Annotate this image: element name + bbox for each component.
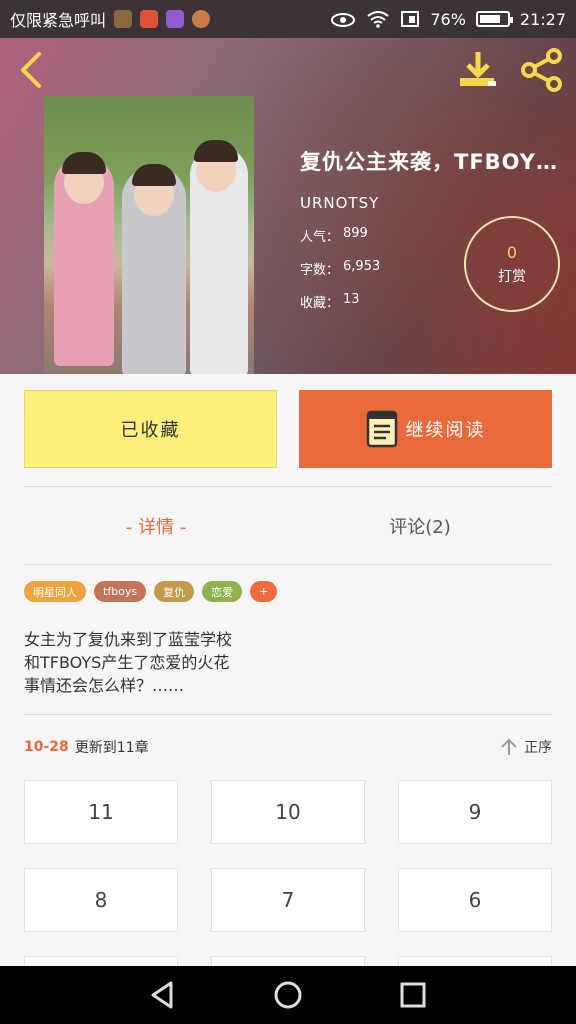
tag[interactable]: tfboys [94,581,147,602]
notification-text: 仅限紧急呼叫 [10,11,107,30]
description-line: 和TFBOYS产生了恋爱的火花 [24,653,230,672]
sort-label: 正序 [524,740,552,756]
description-line: 事情还会怎么样？…… [24,676,185,695]
tag[interactable]: 恋爱 [202,581,243,602]
update-date: 10-28 [24,739,69,755]
eye-icon [331,13,356,27]
share-button[interactable] [520,48,564,92]
status-bar: 仅限紧急呼叫 76% 21:27 [0,0,576,38]
system-nav-bar [0,966,576,1024]
chapter-button[interactable]: 11 [24,780,178,844]
book-author[interactable]: URNOTSY [300,194,570,212]
battery-icon [475,11,513,27]
sim-icon [401,11,420,27]
description-line: 女主为了复仇来到了蓝莹学校 [24,630,233,649]
download-button[interactable] [456,48,500,92]
tea-app-icon [192,10,211,28]
tag-list: 明星同人 tfboys 复仇 恋爱 + [24,581,278,602]
divider [24,714,552,715]
update-info: 10-28 更新到11章 正序 [24,734,552,760]
back-nav-icon[interactable] [147,979,179,1011]
arrow-up-icon [501,738,517,755]
chevron-left-icon [21,52,41,88]
tab-comments[interactable]: 评论(2) [288,498,552,554]
update-text: 更新到11章 [74,740,149,756]
home-nav-icon[interactable] [272,979,304,1011]
coffee-app-icon [114,10,133,28]
continue-reading-label: 继续阅读 [405,420,486,441]
tag[interactable]: 明星同人 [24,581,86,602]
tab-detail[interactable]: - 详情 - [24,498,288,554]
battery-percent: 76% [430,9,466,29]
chapter-button-partial[interactable] [398,956,552,966]
book-header: 复仇公主来袭，TFBOY… URNOTSY 人气： 899 字数： 6,953 … [0,38,576,374]
book-cover[interactable] [44,96,254,374]
wifi-icon [367,11,389,28]
continue-reading-button[interactable]: 继续阅读 [299,390,552,468]
add-tag-button[interactable]: + [250,581,278,602]
stat-value: 6,953 [343,259,381,274]
collected-button[interactable]: 已收藏 [24,390,277,468]
chapter-button[interactable]: 10 [211,780,365,844]
chapter-button[interactable]: 9 [398,780,552,844]
chapter-button-partial[interactable] [24,956,178,966]
chapter-button[interactable]: 8 [24,868,178,932]
divider [24,564,552,565]
back-button[interactable] [10,48,54,92]
reward-button[interactable]: 0 打赏 [464,216,560,312]
app-notification-icon [140,10,159,28]
reward-count: 0 [506,242,518,262]
download-icon [460,52,496,86]
stat-value: 13 [343,292,360,307]
stat-label: 人气： [300,230,340,245]
book-title: 复仇公主来袭，TFBOY… [300,150,558,174]
reward-label: 打赏 [498,268,526,285]
stat-value: 899 [343,226,368,241]
tag[interactable]: 复仇 [154,581,195,602]
recents-nav-icon[interactable] [397,979,429,1011]
clock: 21:27 [519,9,566,29]
chapter-button-partial[interactable] [211,956,365,966]
sort-button[interactable]: 正序 [500,737,552,757]
divider [24,486,552,487]
gallery-app-icon [166,10,185,28]
book-icon [366,410,397,448]
chapter-button[interactable]: 7 [211,868,365,932]
book-description: 女主为了复仇来到了蓝莹学校 和TFBOYS产生了恋爱的火花 事情还会怎么样？…… [24,628,324,697]
stat-label: 收藏： [300,296,340,311]
share-icon [521,48,562,92]
chapter-button[interactable]: 6 [398,868,552,932]
stat-label: 字数： [300,263,340,278]
